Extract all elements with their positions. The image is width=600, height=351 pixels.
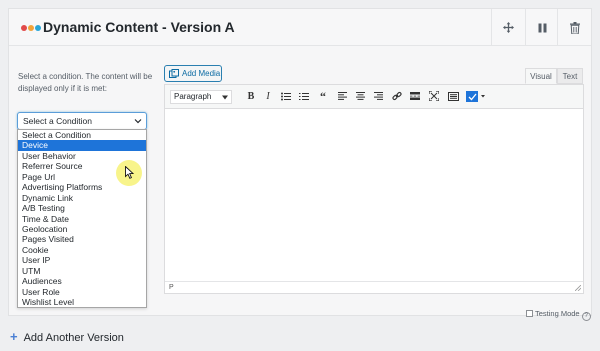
help-icon[interactable]: ? [581,312,591,321]
condition-option[interactable]: Geolocation [18,224,146,234]
pause-icon [538,23,547,32]
align-right-icon[interactable] [371,89,385,103]
blockquote-icon[interactable]: “ [316,89,330,103]
version-panel: Dynamic Content - Version A Select a con… [8,8,592,321]
logo-icon [21,25,41,31]
editor-toolbar: Paragraph B I “ [165,85,583,109]
condition-option[interactable]: Pages Visited [18,234,146,244]
trash-icon [569,21,580,34]
move-button[interactable] [491,9,525,46]
tab-visual[interactable]: Visual [525,68,557,84]
condition-option[interactable]: User Role [18,287,146,297]
pause-button[interactable] [525,9,559,46]
add-media-button[interactable]: Add Media [164,65,222,82]
editor-statusbar: P [165,281,583,293]
add-version-button[interactable]: + Add Another Version [10,329,124,344]
media-icon [169,69,179,78]
condition-option[interactable]: Audiences [18,276,146,286]
element-path: P [169,284,174,291]
format-select-value: Paragraph [174,92,212,101]
text-color-icon[interactable] [465,89,487,103]
panel-header: Dynamic Content - Version A [9,9,591,46]
condition-select-value: Select a Condition [23,116,92,126]
panel-title: Dynamic Content - Version A [43,19,235,35]
add-media-label: Add Media [182,69,221,78]
fullscreen-icon[interactable] [427,89,441,103]
tab-text[interactable]: Text [557,68,583,84]
plus-icon: + [10,329,18,344]
testing-mode-checkbox[interactable] [526,310,533,317]
delete-button[interactable] [557,9,591,46]
testing-mode-toggle[interactable]: Testing Mode? [526,309,591,321]
numbered-list-icon[interactable] [297,89,311,103]
read-more-icon[interactable] [408,89,422,103]
toolbar-toggle-icon[interactable] [446,89,460,103]
add-version-label: Add Another Version [23,332,124,344]
condition-select[interactable]: Select a Condition [17,112,147,130]
content-editor[interactable]: Paragraph B I “ P [164,84,584,294]
chevron-down-icon [134,119,142,124]
move-icon [503,22,514,33]
italic-icon[interactable]: I [261,89,275,103]
format-select[interactable]: Paragraph [170,90,232,104]
condition-option[interactable]: User IP [18,255,146,265]
link-icon[interactable] [390,89,404,103]
condition-option[interactable]: A/B Testing [18,203,146,213]
align-center-icon[interactable] [353,89,367,103]
condition-option[interactable]: Cookie [18,245,146,255]
mouse-cursor-icon [125,166,134,179]
condition-option[interactable]: Dynamic Link [18,193,146,203]
align-left-icon[interactable] [335,89,349,103]
bold-icon[interactable]: B [244,89,258,103]
condition-dropdown: Select a Condition Device User Behavior … [17,129,147,308]
bullet-list-icon[interactable] [279,89,293,103]
condition-option[interactable]: Wishlist Level [18,297,146,307]
testing-mode-label: Testing Mode [535,309,580,318]
condition-option[interactable]: Device [18,140,146,151]
resize-handle-icon[interactable] [575,285,581,291]
condition-description: Select a condition. The content will be … [18,72,153,93]
condition-option[interactable]: Select a Condition [18,130,146,140]
condition-option[interactable]: Time & Date [18,214,146,224]
chevron-down-icon [222,95,228,100]
condition-option[interactable]: UTM [18,266,146,276]
